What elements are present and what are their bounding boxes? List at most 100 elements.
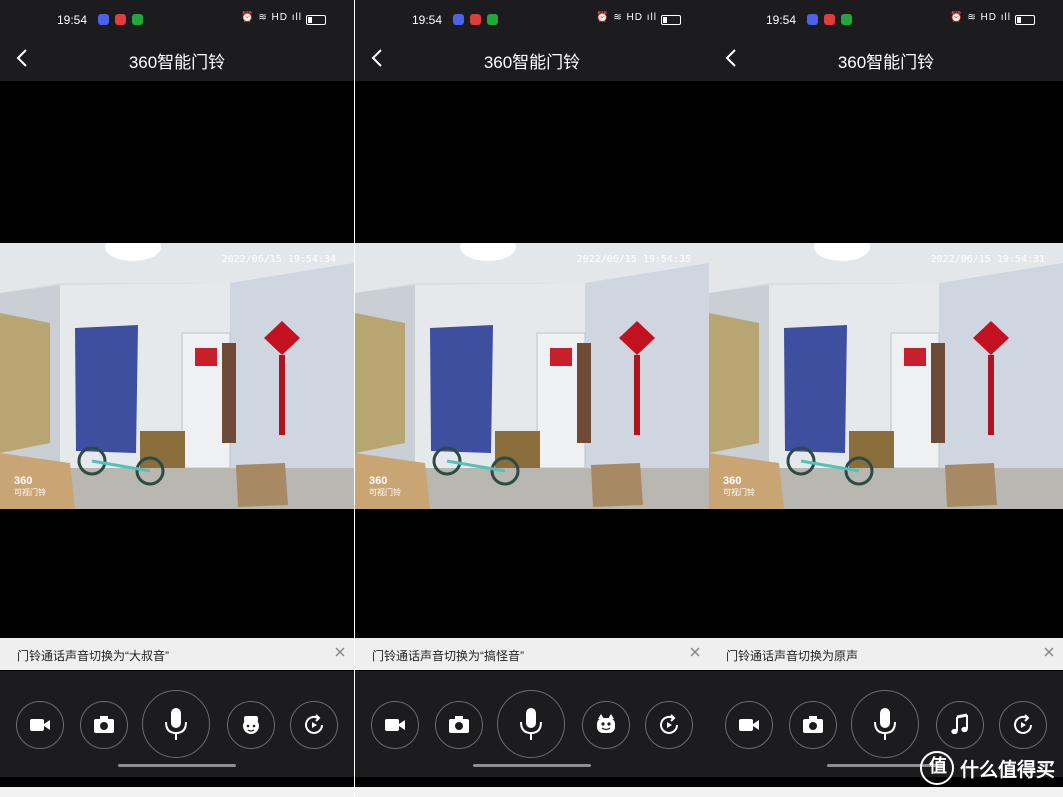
status-time: 19:54 bbox=[57, 13, 88, 27]
site-watermark: 值 什么值得买 bbox=[919, 749, 1055, 787]
phone-screen-3: 19:54 ⏰ ≋ HD ıll 360智能门铃 2022/06/15 19:5… bbox=[709, 0, 1063, 797]
room-scene-image bbox=[0, 243, 354, 509]
watermark-logo: 360 bbox=[723, 475, 742, 487]
phone-screen-1: 19:54 ⏰ ≋ HD ıll 360智能门铃 2022/06/15 19:5… bbox=[0, 0, 354, 797]
record-video-button[interactable] bbox=[371, 701, 419, 749]
chat-notification-icon bbox=[132, 14, 143, 25]
watermark-logo: 360 bbox=[14, 475, 33, 487]
toast-message: 门铃通话声音切换为“大叔音” bbox=[17, 649, 169, 663]
control-bar bbox=[0, 671, 354, 777]
close-toast-button[interactable] bbox=[1041, 644, 1057, 660]
replay-icon bbox=[660, 714, 678, 734]
system-status-icons: ⏰ ≋ HD ıll bbox=[241, 12, 302, 23]
chat-notification-icon bbox=[487, 14, 498, 25]
page-title: 360智能门铃 bbox=[837, 53, 935, 72]
close-icon bbox=[335, 647, 345, 657]
site-logo-char: 值 bbox=[928, 756, 947, 776]
record-video-button[interactable] bbox=[725, 701, 773, 749]
system-status-icons: ⏰ ≋ HD ıll bbox=[596, 12, 657, 23]
nav-bar: 360智能门铃 bbox=[355, 40, 709, 81]
app-notification-icon bbox=[807, 14, 818, 25]
voice-switch-toast: 门铃通话声音切换为“大叔音” bbox=[0, 638, 354, 670]
status-bar: 19:54 ⏰ ≋ HD ıll bbox=[0, 0, 354, 40]
page-title: 360智能门铃 bbox=[128, 53, 226, 72]
voice-changer-button[interactable] bbox=[582, 701, 630, 749]
music-note-icon bbox=[951, 713, 968, 735]
camera-icon bbox=[94, 716, 114, 733]
page-title: 360智能门铃 bbox=[483, 53, 581, 72]
battery-icon bbox=[661, 15, 681, 25]
talk-button[interactable] bbox=[851, 690, 919, 758]
app-notification-icon bbox=[453, 14, 464, 25]
record-video-button[interactable] bbox=[16, 701, 64, 749]
video-timestamp: 2022/06/15 19:54:35 bbox=[576, 254, 691, 265]
music-notification-icon bbox=[470, 14, 481, 25]
nav-bar: 360智能门铃 bbox=[0, 40, 354, 81]
replay-icon bbox=[1014, 714, 1032, 734]
control-bar bbox=[355, 671, 709, 777]
replay-icon bbox=[305, 714, 323, 734]
nav-bar: 360智能门铃 bbox=[709, 40, 1063, 81]
video-record-icon bbox=[30, 719, 50, 731]
doorbell-video-feed[interactable]: 2022/06/15 19:54:35 360 可视门铃 bbox=[355, 243, 709, 509]
toast-message: 门铃通话声音切换为“搞怪音” bbox=[372, 649, 524, 663]
bottom-strip bbox=[355, 787, 709, 797]
toast-message: 门铃通话声音切换为原声 bbox=[726, 649, 859, 663]
video-timestamp: 2022/06/15 19:54:31 bbox=[930, 254, 1045, 265]
status-time: 19:54 bbox=[766, 13, 797, 27]
status-bar: 19:54 ⏰ ≋ HD ıll bbox=[709, 0, 1063, 40]
snapshot-button[interactable] bbox=[435, 701, 483, 749]
close-toast-button[interactable] bbox=[332, 644, 348, 660]
status-bar: 19:54 ⏰ ≋ HD ıll bbox=[355, 0, 709, 40]
close-toast-button[interactable] bbox=[687, 644, 703, 660]
bottom-strip bbox=[0, 787, 354, 797]
status-time: 19:54 bbox=[412, 13, 443, 27]
camera-icon bbox=[449, 716, 469, 733]
voice-changer-button[interactable] bbox=[227, 701, 275, 749]
home-indicator[interactable] bbox=[473, 764, 591, 767]
camera-watermark: 360 可视门铃 bbox=[14, 476, 46, 498]
playback-button[interactable] bbox=[290, 701, 338, 749]
music-notification-icon bbox=[824, 14, 835, 25]
uncle-voice-icon bbox=[243, 716, 259, 734]
watermark-subtitle: 可视门铃 bbox=[369, 488, 401, 497]
home-indicator[interactable] bbox=[118, 764, 236, 767]
phone-screen-2: 19:54 ⏰ ≋ HD ıll 360智能门铃 2022/06/15 19:5… bbox=[355, 0, 709, 797]
talk-button[interactable] bbox=[142, 690, 210, 758]
microphone-icon bbox=[520, 708, 542, 740]
battery-icon bbox=[1015, 15, 1035, 25]
video-record-icon bbox=[385, 719, 405, 731]
watermark-logo: 360 bbox=[369, 475, 388, 487]
battery-icon bbox=[306, 15, 326, 25]
camera-watermark: 360 可视门铃 bbox=[369, 476, 401, 498]
room-scene-image bbox=[355, 243, 709, 509]
playback-button[interactable] bbox=[645, 701, 693, 749]
playback-button[interactable] bbox=[999, 701, 1047, 749]
close-icon bbox=[690, 647, 700, 657]
microphone-icon bbox=[165, 708, 187, 740]
snapshot-button[interactable] bbox=[80, 701, 128, 749]
chat-notification-icon bbox=[841, 14, 852, 25]
doorbell-video-feed[interactable]: 2022/06/15 19:54:31 360 可视门铃 bbox=[709, 243, 1063, 509]
voice-changer-button[interactable] bbox=[936, 701, 984, 749]
music-notification-icon bbox=[115, 14, 126, 25]
voice-switch-toast: 门铃通话声音切换为“搞怪音” bbox=[355, 638, 709, 670]
snapshot-button[interactable] bbox=[789, 701, 837, 749]
camera-icon bbox=[803, 716, 823, 733]
watermark-subtitle: 可视门铃 bbox=[723, 488, 755, 497]
site-logo: 值 bbox=[919, 751, 954, 785]
bottom-strip bbox=[709, 787, 1063, 797]
site-name: 什么值得买 bbox=[959, 759, 1055, 781]
talk-button[interactable] bbox=[497, 690, 565, 758]
camera-watermark: 360 可视门铃 bbox=[723, 476, 755, 498]
close-icon bbox=[1044, 647, 1054, 657]
video-record-icon bbox=[739, 719, 759, 731]
voice-switch-toast: 门铃通话声音切换为原声 bbox=[709, 638, 1063, 670]
microphone-icon bbox=[874, 708, 896, 740]
room-scene-image bbox=[709, 243, 1063, 509]
video-timestamp: 2022/06/15 19:54:34 bbox=[221, 254, 336, 265]
funny-voice-icon bbox=[597, 714, 615, 733]
doorbell-video-feed[interactable]: 2022/06/15 19:54:34 360 可视门铃 bbox=[0, 243, 354, 509]
app-notification-icon bbox=[98, 14, 109, 25]
watermark-subtitle: 可视门铃 bbox=[14, 488, 46, 497]
